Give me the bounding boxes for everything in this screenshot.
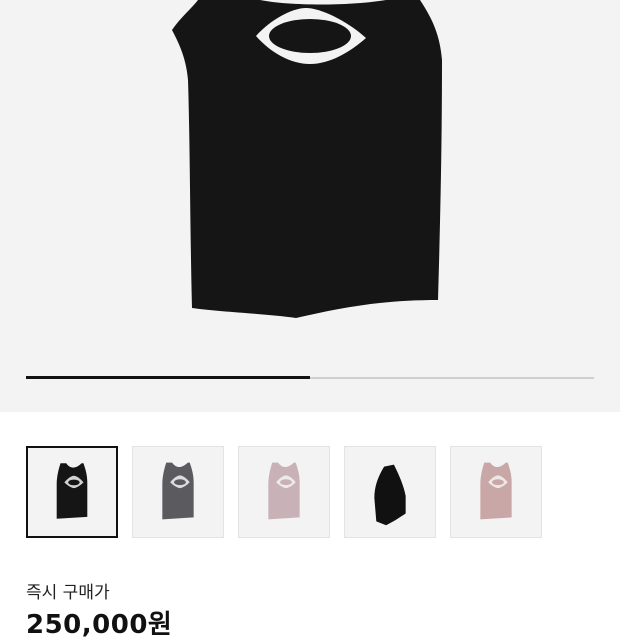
price-label: 즉시 구매가 bbox=[26, 583, 110, 603]
thumbnail-image bbox=[374, 464, 406, 526]
thumbnail-image bbox=[268, 462, 300, 520]
thumbnail-mauve[interactable] bbox=[238, 446, 330, 538]
gallery-progress-bar bbox=[26, 376, 594, 379]
price-value: 250,000원 bbox=[26, 610, 173, 640]
thumbnail-image bbox=[480, 462, 512, 520]
thumbnail-charcoal[interactable] bbox=[132, 446, 224, 538]
thumbnail-black[interactable] bbox=[26, 446, 118, 538]
thumbnail-image bbox=[56, 463, 88, 519]
thumbnail-image bbox=[162, 462, 194, 520]
product-main-image bbox=[172, 0, 442, 318]
thumbnail-strip bbox=[26, 446, 542, 538]
thumbnail-dusty-pink[interactable] bbox=[450, 446, 542, 538]
thumbnail-black-asymmetric[interactable] bbox=[344, 446, 436, 538]
gallery-progress-fill bbox=[26, 376, 310, 379]
product-image-gallery[interactable] bbox=[0, 0, 620, 412]
